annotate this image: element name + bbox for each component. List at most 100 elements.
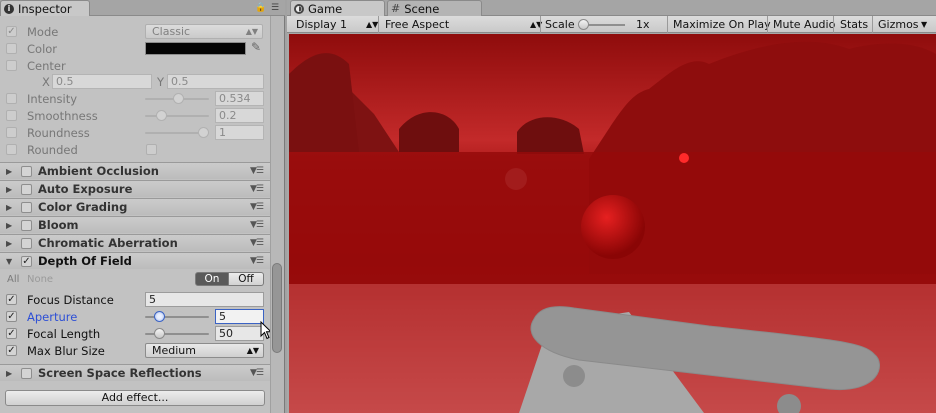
section-enable-checkbox[interactable]	[21, 184, 32, 195]
stats-toggle[interactable]: Stats	[840, 17, 868, 32]
focus-distance-label: Focus Distance	[27, 292, 114, 307]
section-menu-icon[interactable]: ▼☰	[250, 220, 264, 230]
section-color-grading[interactable]: ▶ Color Grading ▼☰	[0, 198, 270, 215]
roundness-checkbox[interactable]	[6, 127, 17, 138]
expand-triangle-icon[interactable]: ▶	[6, 369, 12, 378]
color-label: Color	[27, 41, 58, 56]
smoothness-slider-track[interactable]	[145, 115, 209, 117]
rounded-toggle[interactable]	[146, 144, 157, 155]
section-title: Color Grading	[38, 200, 128, 214]
eyedropper-icon[interactable]: ✎	[251, 40, 261, 54]
expand-triangle-icon[interactable]: ▶	[6, 185, 12, 194]
focal-length-slider-thumb[interactable]	[154, 328, 165, 339]
mode-label: Mode	[27, 24, 59, 39]
dof-off-toggle[interactable]: Off	[229, 272, 264, 286]
inspector-scrollbar[interactable]	[270, 16, 284, 413]
section-enable-checkbox[interactable]	[21, 220, 32, 231]
section-enable-checkbox[interactable]	[21, 166, 32, 177]
dof-on-toggle[interactable]: On	[195, 272, 229, 286]
pacman-game-icon: ◐	[294, 3, 304, 14]
dropdown-arrow-icon: ▼	[921, 20, 928, 29]
expand-triangle-icon[interactable]: ▶	[6, 203, 12, 212]
maximize-on-play-toggle[interactable]: Maximize On Play	[673, 17, 771, 32]
intensity-checkbox[interactable]	[6, 93, 17, 104]
center-y-label: Y	[157, 74, 165, 89]
mute-audio-toggle[interactable]: Mute Audio	[773, 17, 835, 32]
info-icon: i	[4, 3, 14, 14]
section-auto-exposure[interactable]: ▶ Auto Exposure ▼☰	[0, 180, 270, 197]
roundness-slider-thumb[interactable]	[198, 127, 209, 138]
add-effect-button[interactable]: Add effect...	[5, 390, 265, 406]
center-y-field[interactable]: 0.5	[167, 74, 264, 89]
intensity-slider-thumb[interactable]	[173, 93, 185, 104]
section-chromatic-aberration[interactable]: ▶ Chromatic Aberration ▼☰	[0, 234, 270, 251]
mode-value: Classic	[152, 25, 191, 38]
focus-distance-checkbox[interactable]: ✓	[6, 294, 17, 305]
mode-checkbox[interactable]: ✓	[6, 26, 17, 37]
section-enable-checkbox[interactable]	[21, 238, 32, 249]
color-swatch[interactable]	[145, 42, 246, 55]
section-enable-checkbox[interactable]	[21, 368, 32, 379]
aperture-slider-thumb[interactable]	[154, 311, 165, 322]
section-title: Depth Of Field	[38, 254, 132, 268]
focal-length-field[interactable]: 50	[215, 326, 264, 341]
section-menu-icon[interactable]: ▼☰	[250, 202, 264, 212]
focal-length-checkbox[interactable]: ✓	[6, 328, 17, 339]
center-checkbox[interactable]	[6, 60, 17, 71]
max-blur-checkbox[interactable]: ✓	[6, 345, 17, 356]
section-enable-checkbox[interactable]	[21, 202, 32, 213]
center-x-field[interactable]: 0.5	[52, 74, 152, 89]
roundness-field[interactable]: 1	[215, 125, 264, 140]
toolbar-divider	[540, 16, 541, 33]
red-sphere	[581, 195, 645, 259]
aspect-dropdown[interactable]: Free Aspect	[385, 17, 449, 32]
tab-scene-label: Scene	[404, 1, 440, 16]
game-toolbar: Display 1 ▲▼ Free Aspect ▲▼ Scale 1x Max…	[287, 16, 936, 33]
lock-icon[interactable]: 🔒	[255, 3, 266, 13]
collapse-triangle-icon[interactable]: ▼	[6, 257, 12, 266]
max-blur-dropdown[interactable]: Medium ▲▼	[145, 343, 264, 358]
max-blur-label: Max Blur Size	[27, 343, 105, 358]
aperture-checkbox[interactable]: ✓	[6, 311, 17, 322]
expand-triangle-icon[interactable]: ▶	[6, 167, 12, 176]
section-menu-icon[interactable]: ▼☰	[250, 256, 264, 266]
game-viewport[interactable]	[289, 34, 936, 413]
smoothness-field[interactable]: 0.2	[215, 108, 264, 123]
max-blur-value: Medium	[152, 344, 196, 357]
rounded-override-checkbox[interactable]	[6, 144, 17, 155]
expand-triangle-icon[interactable]: ▶	[6, 239, 12, 248]
section-ambient-occlusion[interactable]: ▶ Ambient Occlusion ▼☰	[0, 162, 270, 179]
section-depth-of-field[interactable]: ▼ ✓ Depth Of Field ▼☰	[0, 252, 270, 269]
inspector-scrollbar-thumb[interactable]	[272, 263, 282, 353]
smoothness-slider-thumb[interactable]	[155, 110, 167, 121]
scale-label: Scale	[545, 18, 575, 31]
intensity-field[interactable]: 0.534	[215, 91, 264, 106]
section-menu-icon[interactable]: ▼☰	[250, 238, 264, 248]
gizmos-dropdown[interactable]: Gizmos	[878, 17, 919, 32]
mode-dropdown[interactable]: Classic ▲▼	[145, 24, 263, 39]
section-bloom[interactable]: ▶ Bloom ▼☰	[0, 216, 270, 233]
section-menu-icon[interactable]: ▼☰	[250, 166, 264, 176]
toolbar-divider	[833, 16, 834, 33]
section-screen-space-reflections[interactable]: ▶ Screen Space Reflections ▼☰	[0, 364, 270, 381]
scale-slider-thumb[interactable]	[578, 19, 589, 30]
tab-scene[interactable]: # Scene	[387, 0, 482, 16]
aperture-field[interactable]: 5	[215, 309, 264, 324]
select-none-link[interactable]: None	[27, 274, 53, 285]
tab-inspector[interactable]: i Inspector	[0, 0, 90, 16]
smoothness-checkbox[interactable]	[6, 110, 17, 121]
color-checkbox[interactable]	[6, 43, 17, 54]
section-menu-icon[interactable]: ▼☰	[250, 368, 264, 378]
dof-enable-checkbox[interactable]: ✓	[21, 256, 32, 267]
display-dropdown[interactable]: Display 1	[296, 17, 347, 32]
tab-game[interactable]: ◐ Game	[290, 0, 385, 16]
dropdown-arrow-icon: ▲▼	[245, 27, 258, 36]
smoothness-label: Smoothness	[27, 108, 98, 123]
toolbar-divider	[872, 16, 873, 33]
panel-menu-icon[interactable]: ☰	[270, 3, 280, 13]
expand-triangle-icon[interactable]: ▶	[6, 221, 12, 230]
section-menu-icon[interactable]: ▼☰	[250, 184, 264, 194]
focus-distance-field[interactable]: 5	[145, 292, 264, 307]
select-all-link[interactable]: All	[7, 274, 19, 285]
section-title: Chromatic Aberration	[38, 236, 178, 250]
